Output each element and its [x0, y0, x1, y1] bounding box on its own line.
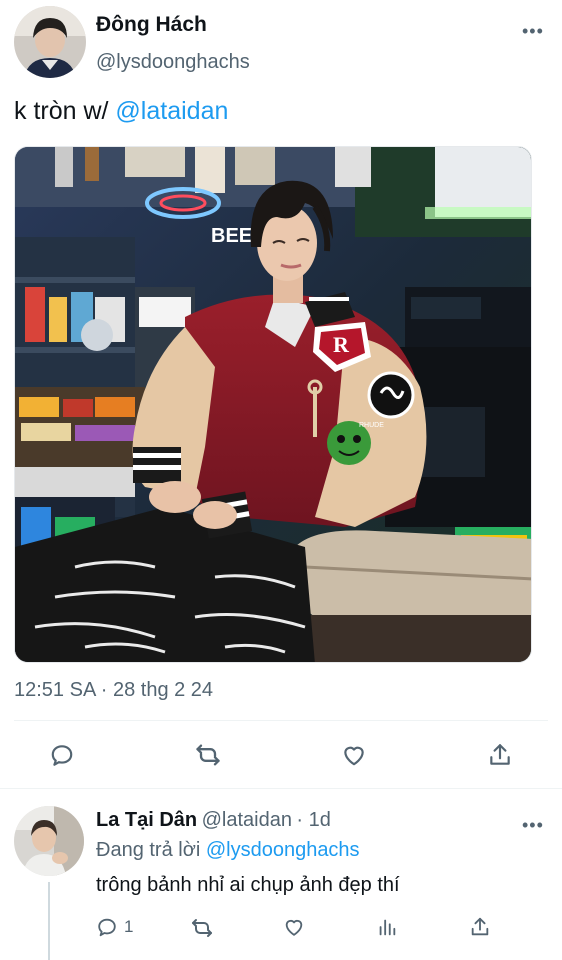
reply-like-button[interactable]	[283, 916, 305, 938]
author-avatar-image	[14, 6, 86, 78]
author-display-name[interactable]: Đông Hách	[96, 13, 207, 37]
tweet-photo[interactable]: BEER R RHUDE	[14, 146, 532, 663]
reply-icon	[98, 918, 116, 937]
tweet-text: k tròn w/ @lataidan	[14, 97, 228, 126]
photo-jacket-letter: R	[333, 332, 350, 357]
reply-button[interactable]	[44, 737, 80, 773]
tweet-photo-image: BEER R RHUDE	[15, 147, 531, 662]
retweet-icon	[192, 919, 212, 937]
reply-share-button[interactable]	[469, 916, 491, 938]
divider	[14, 720, 548, 721]
author-avatar[interactable]	[14, 6, 86, 78]
reply-retweet-button[interactable]	[190, 916, 214, 940]
tweet-timestamp[interactable]: 12:51 SA · 28 thg 2 24	[14, 679, 213, 702]
reply-icon	[51, 745, 73, 766]
replying-to-mention[interactable]: @lysdoonghachs	[206, 839, 360, 861]
reply-display-name[interactable]: La Tại Dân	[96, 809, 197, 831]
reply-more-options-icon[interactable]: •••	[522, 816, 544, 834]
more-options-icon[interactable]: •••	[522, 22, 544, 40]
reply-analytics-button[interactable]	[376, 916, 398, 938]
reply-header: La Tại Dân @lataidan · 1d	[96, 809, 331, 832]
tweet-mention-link[interactable]: @lataidan	[115, 97, 228, 125]
share-icon	[471, 917, 489, 936]
replying-to-label: Đang trả lời	[96, 839, 206, 861]
like-button[interactable]	[336, 737, 372, 773]
analytics-icon	[379, 919, 396, 936]
reply-count: 1	[124, 917, 134, 936]
photo-patch-text: RHUDE	[359, 422, 384, 429]
retweet-button[interactable]	[190, 737, 226, 773]
reply-handle[interactable]: @lataidan	[202, 809, 292, 831]
share-icon	[490, 744, 510, 765]
tweet-text-body: k tròn w/	[14, 97, 116, 125]
share-button[interactable]	[482, 737, 518, 773]
retweet-icon	[196, 744, 220, 766]
like-icon	[344, 746, 364, 766]
reply-author-avatar[interactable]	[14, 806, 84, 876]
reply-author-avatar-image	[14, 806, 84, 876]
thread-line	[48, 882, 50, 960]
reply-reply-button[interactable]: 1	[96, 916, 133, 938]
like-icon	[285, 919, 303, 936]
reply-text: trông bảnh nhỉ ai chụp ảnh đẹp thí	[96, 874, 400, 896]
author-handle[interactable]: @lysdoonghachs	[96, 51, 250, 74]
reply-age[interactable]: · 1d	[296, 809, 330, 831]
replying-to-line: Đang trả lời @lysdoonghachs	[96, 839, 360, 862]
divider	[0, 788, 562, 789]
